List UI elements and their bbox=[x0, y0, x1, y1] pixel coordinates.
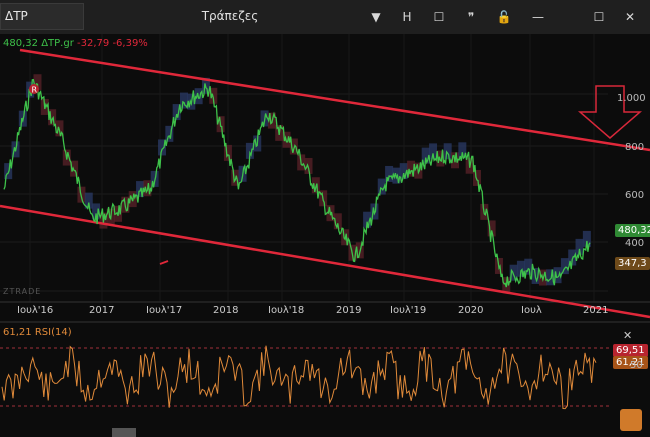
y-label-800: 800 bbox=[625, 142, 645, 153]
instrument-name: ΔΤΡ.gr bbox=[41, 38, 74, 49]
candle-box bbox=[223, 144, 232, 161]
price-info: 480,32 ΔΤΡ.gr -32,79 -6,39% bbox=[3, 38, 148, 49]
candle-box bbox=[560, 258, 569, 275]
dropdown-chevron-icon[interactable]: ▼ bbox=[366, 8, 386, 26]
trend-fragment bbox=[159, 260, 169, 265]
close-button[interactable]: ✕ bbox=[620, 8, 640, 26]
y-label-600: 600 bbox=[625, 190, 645, 201]
maximize-button[interactable]: ☐ bbox=[589, 8, 609, 26]
last-price: 480,32 bbox=[3, 38, 38, 49]
zoom-icon[interactable] bbox=[620, 409, 642, 431]
x-label: Ιουλ'18 bbox=[268, 305, 305, 316]
x-label: 2021 bbox=[583, 305, 609, 316]
marker-text: R bbox=[32, 86, 38, 95]
watermark: ZTRADE bbox=[3, 287, 42, 296]
quote-icon[interactable]: ❞ bbox=[461, 8, 481, 26]
rsi-label: RSI(14) bbox=[34, 327, 72, 338]
x-label: Ιουλ'17 bbox=[146, 305, 183, 316]
scrollbar-thumb[interactable] bbox=[112, 428, 136, 437]
x-label: Ιουλ'19 bbox=[390, 305, 427, 316]
candle-box bbox=[472, 169, 481, 186]
candle-boxes bbox=[4, 74, 591, 294]
rsi-axis-50: 50 bbox=[630, 360, 643, 371]
price-change-pct: -6,39% bbox=[112, 38, 148, 49]
x-label: 2017 bbox=[89, 305, 115, 316]
y-label-400: 400 bbox=[625, 238, 645, 249]
symbol-text: ΔΤΡ bbox=[5, 9, 28, 23]
candle-box bbox=[443, 143, 452, 160]
x-label: 2018 bbox=[213, 305, 239, 316]
layout-icon[interactable]: ☐ bbox=[429, 8, 449, 26]
minimize-button[interactable]: — bbox=[528, 8, 548, 26]
ma-price-badge: 347,3 bbox=[615, 257, 650, 270]
h-button[interactable]: H bbox=[397, 8, 417, 26]
x-label: 2020 bbox=[458, 305, 484, 316]
current-price-badge: 480,32 bbox=[615, 224, 650, 237]
close-rsi-icon[interactable]: ✕ bbox=[623, 329, 632, 342]
rsi-line bbox=[1, 345, 597, 410]
x-label: Ιουλ'16 bbox=[17, 305, 54, 316]
x-label: 2019 bbox=[336, 305, 362, 316]
rsi-series bbox=[1, 345, 597, 410]
y-label-1000: 1.000 bbox=[617, 93, 646, 104]
upper-trend-line bbox=[19, 48, 650, 152]
rsi-info: 61,21 RSI(14) bbox=[3, 327, 72, 338]
rsi-value: 61,21 bbox=[3, 327, 32, 338]
lock-icon[interactable]: 🔓 bbox=[494, 8, 514, 26]
symbol-input[interactable]: ΔΤΡ bbox=[0, 3, 84, 30]
x-label: Ιουλ bbox=[521, 305, 542, 316]
toolbar: ΔΤΡ Τράπεζες ▼ H ☐ ❞ 🔓 — ☐ ✕ bbox=[0, 0, 650, 34]
window-title: Τράπεζες bbox=[201, 9, 259, 23]
price-change: -32,79 bbox=[77, 38, 110, 49]
price-chart[interactable]: R bbox=[0, 34, 650, 437]
